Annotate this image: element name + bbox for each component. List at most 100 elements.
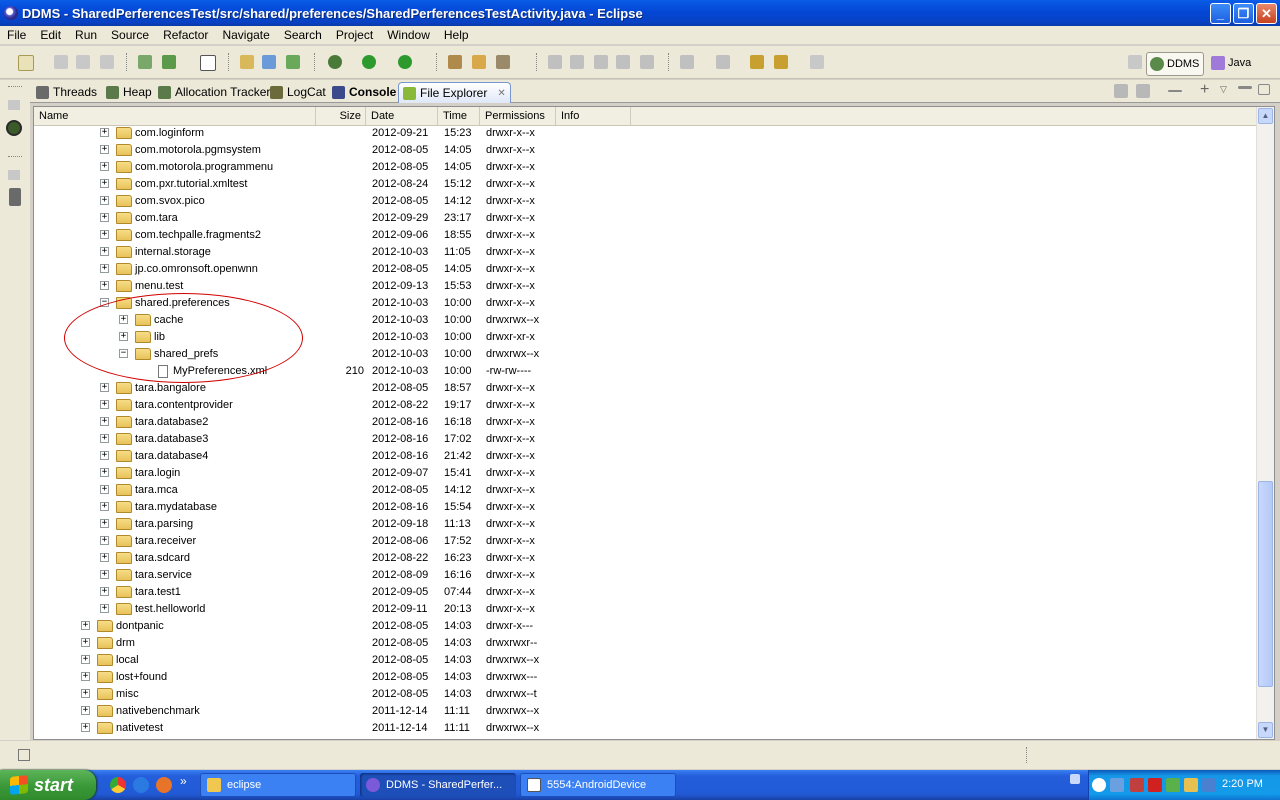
table-row[interactable]: + com.svox.pico 2012-08-05 14:12 drwxr-x--x bbox=[34, 193, 1256, 210]
menu-help[interactable]: Help bbox=[437, 28, 476, 42]
run-icon[interactable] bbox=[362, 55, 376, 69]
show-whitespace-icon[interactable] bbox=[616, 55, 630, 69]
expand-icon[interactable]: + bbox=[100, 485, 109, 494]
table-row[interactable]: + internal.storage 2012-10-03 11:05 drwxr-x-… bbox=[34, 244, 1256, 261]
menu-refactor[interactable]: Refactor bbox=[156, 28, 215, 42]
expand-icon[interactable]: + bbox=[100, 213, 109, 222]
menu-source[interactable]: Source bbox=[104, 28, 156, 42]
expand-icon[interactable]: + bbox=[100, 451, 109, 460]
table-row[interactable]: + tara.login 2012-09-07 15:41 drwxr-x--x bbox=[34, 465, 1256, 482]
new-java-class-icon[interactable] bbox=[262, 55, 276, 69]
new-package-icon[interactable] bbox=[286, 55, 300, 69]
table-row[interactable]: + nativetest 2011-12-14 11:11 drwxrwx--x bbox=[34, 720, 1256, 737]
tray-app-icon-5[interactable] bbox=[1202, 778, 1216, 792]
tab-logcat[interactable]: LogCat bbox=[270, 82, 326, 102]
window-titlebar[interactable]: DDMS - SharedPerferencesTest/src/shared/… bbox=[0, 0, 1280, 26]
table-row[interactable]: + com.loginform 2012-09-21 15:23 drwxr-x--x bbox=[34, 125, 1256, 142]
expand-icon[interactable]: + bbox=[100, 281, 109, 290]
expand-icon[interactable]: + bbox=[100, 604, 109, 613]
task-android-device[interactable]: 5554:AndroidDevice bbox=[520, 773, 676, 797]
internet-explorer-icon[interactable] bbox=[133, 777, 149, 793]
table-row[interactable]: + tara.database3 2012-08-16 17:02 drwxr-x--x bbox=[34, 431, 1256, 448]
start-button[interactable]: start bbox=[0, 770, 96, 800]
menu-navigate[interactable]: Navigate bbox=[215, 28, 276, 42]
column-permissions[interactable]: Permissions bbox=[480, 107, 556, 125]
expand-icon[interactable]: + bbox=[81, 655, 90, 664]
expand-icon[interactable]: + bbox=[81, 706, 90, 715]
close-button[interactable]: ✕ bbox=[1256, 3, 1277, 24]
scroll-down-arrow[interactable]: ▼ bbox=[1258, 722, 1273, 738]
table-row[interactable]: + tara.contentprovider 2012-08-22 19:17 drwx… bbox=[34, 397, 1256, 414]
save-icon[interactable] bbox=[54, 55, 68, 69]
expand-icon[interactable]: + bbox=[100, 196, 109, 205]
table-row[interactable]: + com.techpalle.fragments2 2012-09-06 18:55… bbox=[34, 227, 1256, 244]
expand-icon[interactable]: + bbox=[100, 570, 109, 579]
prev-annotation-icon[interactable] bbox=[716, 55, 730, 69]
expand-icon[interactable]: + bbox=[100, 145, 109, 154]
minimize-button[interactable]: _ bbox=[1210, 3, 1231, 24]
last-edit-icon[interactable] bbox=[750, 55, 764, 69]
tray-app-icon-3[interactable] bbox=[1166, 778, 1180, 792]
tray-collapse-icon[interactable] bbox=[1092, 778, 1106, 792]
expand-icon[interactable]: + bbox=[100, 247, 109, 256]
toggle-mark-icon[interactable] bbox=[548, 55, 562, 69]
restore-view-icon-2[interactable] bbox=[8, 170, 20, 180]
expand-icon[interactable]: + bbox=[100, 553, 109, 562]
expand-icon[interactable]: + bbox=[100, 468, 109, 477]
table-row[interactable]: + tara.database4 2012-08-16 21:42 drwxr-x--x bbox=[34, 448, 1256, 465]
table-row[interactable]: + tara.sdcard 2012-08-22 16:23 drwxr-x--x bbox=[34, 550, 1256, 567]
emulator-control-icon[interactable] bbox=[9, 188, 21, 206]
tab-file-explorer[interactable]: File Explorer ✕ bbox=[398, 82, 511, 103]
tray-app-icon-4[interactable] bbox=[1184, 778, 1198, 792]
table-row[interactable]: + tara.test1 2012-09-05 07:44 drwxr-x--x bbox=[34, 584, 1256, 601]
expand-icon[interactable]: + bbox=[100, 417, 109, 426]
column-name[interactable]: Name bbox=[34, 107, 316, 125]
debug-icon[interactable] bbox=[328, 55, 342, 69]
table-row[interactable]: + jp.co.omronsoft.openwnn 2012-08-05 14:05 d… bbox=[34, 261, 1256, 278]
expand-icon[interactable]: + bbox=[100, 179, 109, 188]
android-sdk-icon[interactable] bbox=[162, 55, 176, 69]
expand-icon[interactable]: + bbox=[81, 621, 90, 630]
expand-icon[interactable]: + bbox=[100, 383, 109, 392]
task-eclipse[interactable]: eclipse bbox=[200, 773, 356, 797]
table-row[interactable]: + dontpanic 2012-08-05 14:03 drwxr-x--- bbox=[34, 618, 1256, 635]
table-row[interactable]: + tara.mydatabase 2012-08-16 15:54 drwxr-x--… bbox=[34, 499, 1256, 516]
open-folder-icon[interactable] bbox=[448, 55, 462, 69]
expand-icon[interactable]: + bbox=[100, 128, 109, 137]
expand-icon[interactable]: + bbox=[100, 587, 109, 596]
back-icon[interactable] bbox=[774, 55, 788, 69]
table-row[interactable]: + nativebenchmark 2011-12-14 11:11 drwxrwx--… bbox=[34, 703, 1256, 720]
menu-edit[interactable]: Edit bbox=[33, 28, 68, 42]
tab-threads[interactable]: Threads bbox=[36, 82, 97, 102]
table-row[interactable]: + lost+found 2012-08-05 14:03 drwxrwx--- bbox=[34, 669, 1256, 686]
tab-heap[interactable]: Heap bbox=[106, 82, 152, 102]
save-all-icon[interactable] bbox=[76, 55, 90, 69]
open-type-icon[interactable] bbox=[240, 55, 254, 69]
tray-app-icon-1[interactable] bbox=[1110, 778, 1124, 792]
vertical-scrollbar[interactable]: ▲ ▼ bbox=[1256, 107, 1274, 739]
tray-network-icon[interactable] bbox=[1070, 774, 1080, 784]
table-row[interactable]: + tara.service 2012-08-09 16:16 drwxr-x--x bbox=[34, 567, 1256, 584]
scroll-up-arrow[interactable]: ▲ bbox=[1258, 108, 1273, 124]
column-size[interactable]: Size bbox=[316, 107, 366, 125]
view-menu-icon[interactable]: ▽ bbox=[1220, 84, 1234, 98]
expand-icon[interactable]: + bbox=[100, 536, 109, 545]
menu-run[interactable]: Run bbox=[68, 28, 104, 42]
menu-project[interactable]: Project bbox=[329, 28, 380, 42]
quicklaunch-more-icon[interactable]: » bbox=[180, 774, 187, 788]
devices-view-icon[interactable] bbox=[6, 120, 22, 136]
menu-window[interactable]: Window bbox=[380, 28, 437, 42]
expand-icon[interactable]: + bbox=[81, 689, 90, 698]
expand-icon[interactable]: + bbox=[100, 162, 109, 171]
table-row[interactable]: + com.motorola.programmenu 2012-08-05 14:05… bbox=[34, 159, 1256, 176]
restore-view-icon[interactable] bbox=[8, 100, 20, 110]
tray-app-icon-2[interactable] bbox=[1130, 778, 1144, 792]
open-task-icon[interactable] bbox=[472, 55, 486, 69]
maximize-view-icon[interactable] bbox=[1258, 84, 1270, 95]
expand-icon[interactable]: + bbox=[100, 434, 109, 443]
delete-icon[interactable] bbox=[1168, 90, 1182, 92]
expand-icon[interactable]: + bbox=[100, 230, 109, 239]
checkbox-icon[interactable] bbox=[200, 55, 216, 71]
table-row[interactable]: + misc 2012-08-05 14:03 drwxrwx--t bbox=[34, 686, 1256, 703]
new-folder-icon[interactable]: + bbox=[1200, 82, 1214, 98]
